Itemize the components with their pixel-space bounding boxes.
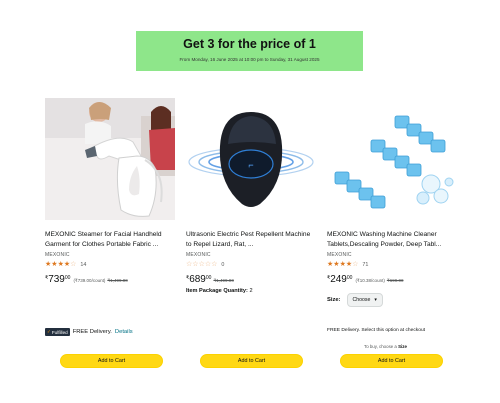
product-image-pest-repeller[interactable]: ⌐ (186, 98, 316, 220)
star-rating-icon: ☆ ☆ ☆ ☆ ☆ (186, 261, 217, 268)
star-empty-icon: ☆ (70, 261, 77, 268)
product-card-1: MEXONIC Steamer for Facial Handheld Garm… (45, 98, 175, 285)
unit-price: (₹10.38/count) (355, 278, 385, 283)
fulfilled-badge: ✓ Fulfilled (45, 328, 70, 336)
size-label: Size: (327, 297, 341, 303)
package-quantity-label: Item Package Quantity: (186, 288, 248, 294)
delivery-info-1: ✓ Fulfilled FREE Delivery. Details (45, 328, 133, 336)
price: ₹ 689 00 ₹1,499.00 (186, 274, 316, 285)
promo-subtitle: From Monday, 16 June 2025 at 10:00 pm to… (179, 57, 320, 62)
package-quantity: Item Package Quantity: 2 (186, 288, 316, 294)
product-title[interactable]: MEXONIC Washing Machine Cleaner Tablets,… (327, 230, 457, 250)
star-empty-icon: ☆ (211, 261, 218, 268)
star-rating-icon: ★ ★ ★ ★ ☆ (327, 261, 358, 268)
add-to-cart-button[interactable]: Add to Cart (340, 354, 443, 368)
star-empty-icon: ☆ (352, 261, 359, 268)
svg-text:⌐: ⌐ (248, 160, 253, 170)
rating-count[interactable]: 71 (362, 262, 368, 268)
rating-count[interactable]: 0 (221, 262, 224, 268)
star-rating-icon: ★ ★ ★ ★ ☆ (45, 261, 76, 268)
price: ₹ 249 00 (₹10.38/count) ₹699.00 (327, 274, 457, 285)
promo-title: Get 3 for the price of 1 (183, 37, 316, 51)
checkmark-icon: ✓ (47, 329, 51, 334)
list-price: ₹1,499.00 (107, 278, 128, 283)
size-dropdown[interactable]: Choose ▾ (346, 293, 383, 307)
product-brand: MEXONIC (186, 252, 211, 258)
rating-count[interactable]: 14 (80, 262, 86, 268)
price-fraction: 00 (64, 275, 71, 281)
price-fraction: 00 (205, 275, 212, 281)
delivery-info-3: FREE Delivery. Select this option at che… (327, 328, 426, 333)
delivery-text: FREE Delivery. (72, 329, 112, 335)
list-price: ₹1,499.00 (213, 278, 234, 283)
price-fraction: 00 (346, 275, 353, 281)
product-rating[interactable]: ☆ ☆ ☆ ☆ ☆ 0 (186, 260, 316, 269)
product-rating[interactable]: ★ ★ ★ ★ ☆ 14 (45, 260, 175, 269)
product-rating[interactable]: ★ ★ ★ ★ ☆ 71 (327, 260, 457, 269)
price-whole: 689 (189, 274, 206, 285)
product-image-steamer[interactable] (45, 98, 175, 220)
price-whole: 739 (48, 274, 65, 285)
delivery-details-link[interactable]: Details (115, 329, 133, 335)
list-price: ₹699.00 (386, 278, 404, 283)
product-brand: MEXONIC (45, 252, 70, 258)
choose-size-hint: To buy, choose a Size (364, 344, 407, 349)
product-brand: MEXONIC (327, 252, 352, 258)
fulfilled-label: Fulfilled (51, 329, 68, 335)
product-title[interactable]: Ultrasonic Electric Pest Repellent Machi… (186, 230, 316, 250)
add-to-cart-button[interactable]: Add to Cart (200, 354, 303, 368)
add-to-cart-button[interactable]: Add to Cart (60, 354, 163, 368)
choose-size-bold: Size (398, 344, 407, 349)
promo-banner: Get 3 for the price of 1 From Monday, 16… (136, 31, 363, 71)
product-image-washing-tablets[interactable] (327, 98, 457, 220)
unit-price: (₹739.00/count) (73, 278, 106, 283)
price-whole: 249 (330, 274, 347, 285)
package-quantity-value: 2 (249, 288, 253, 294)
choose-size-prefix: To buy, choose a (364, 344, 397, 349)
product-title[interactable]: MEXONIC Steamer for Facial Handheld Garm… (45, 230, 175, 250)
product-card-2: ⌐ Ultrasonic Electric Pest Repellent Mac… (186, 98, 316, 294)
size-dropdown-value: Choose (352, 297, 371, 303)
price: ₹ 739 00 (₹739.00/count) ₹1,499.00 (45, 274, 175, 285)
size-selector: Size: Choose ▾ (327, 293, 457, 307)
chevron-down-icon: ▾ (374, 297, 377, 303)
product-card-3: MEXONIC Washing Machine Cleaner Tablets,… (327, 98, 457, 307)
